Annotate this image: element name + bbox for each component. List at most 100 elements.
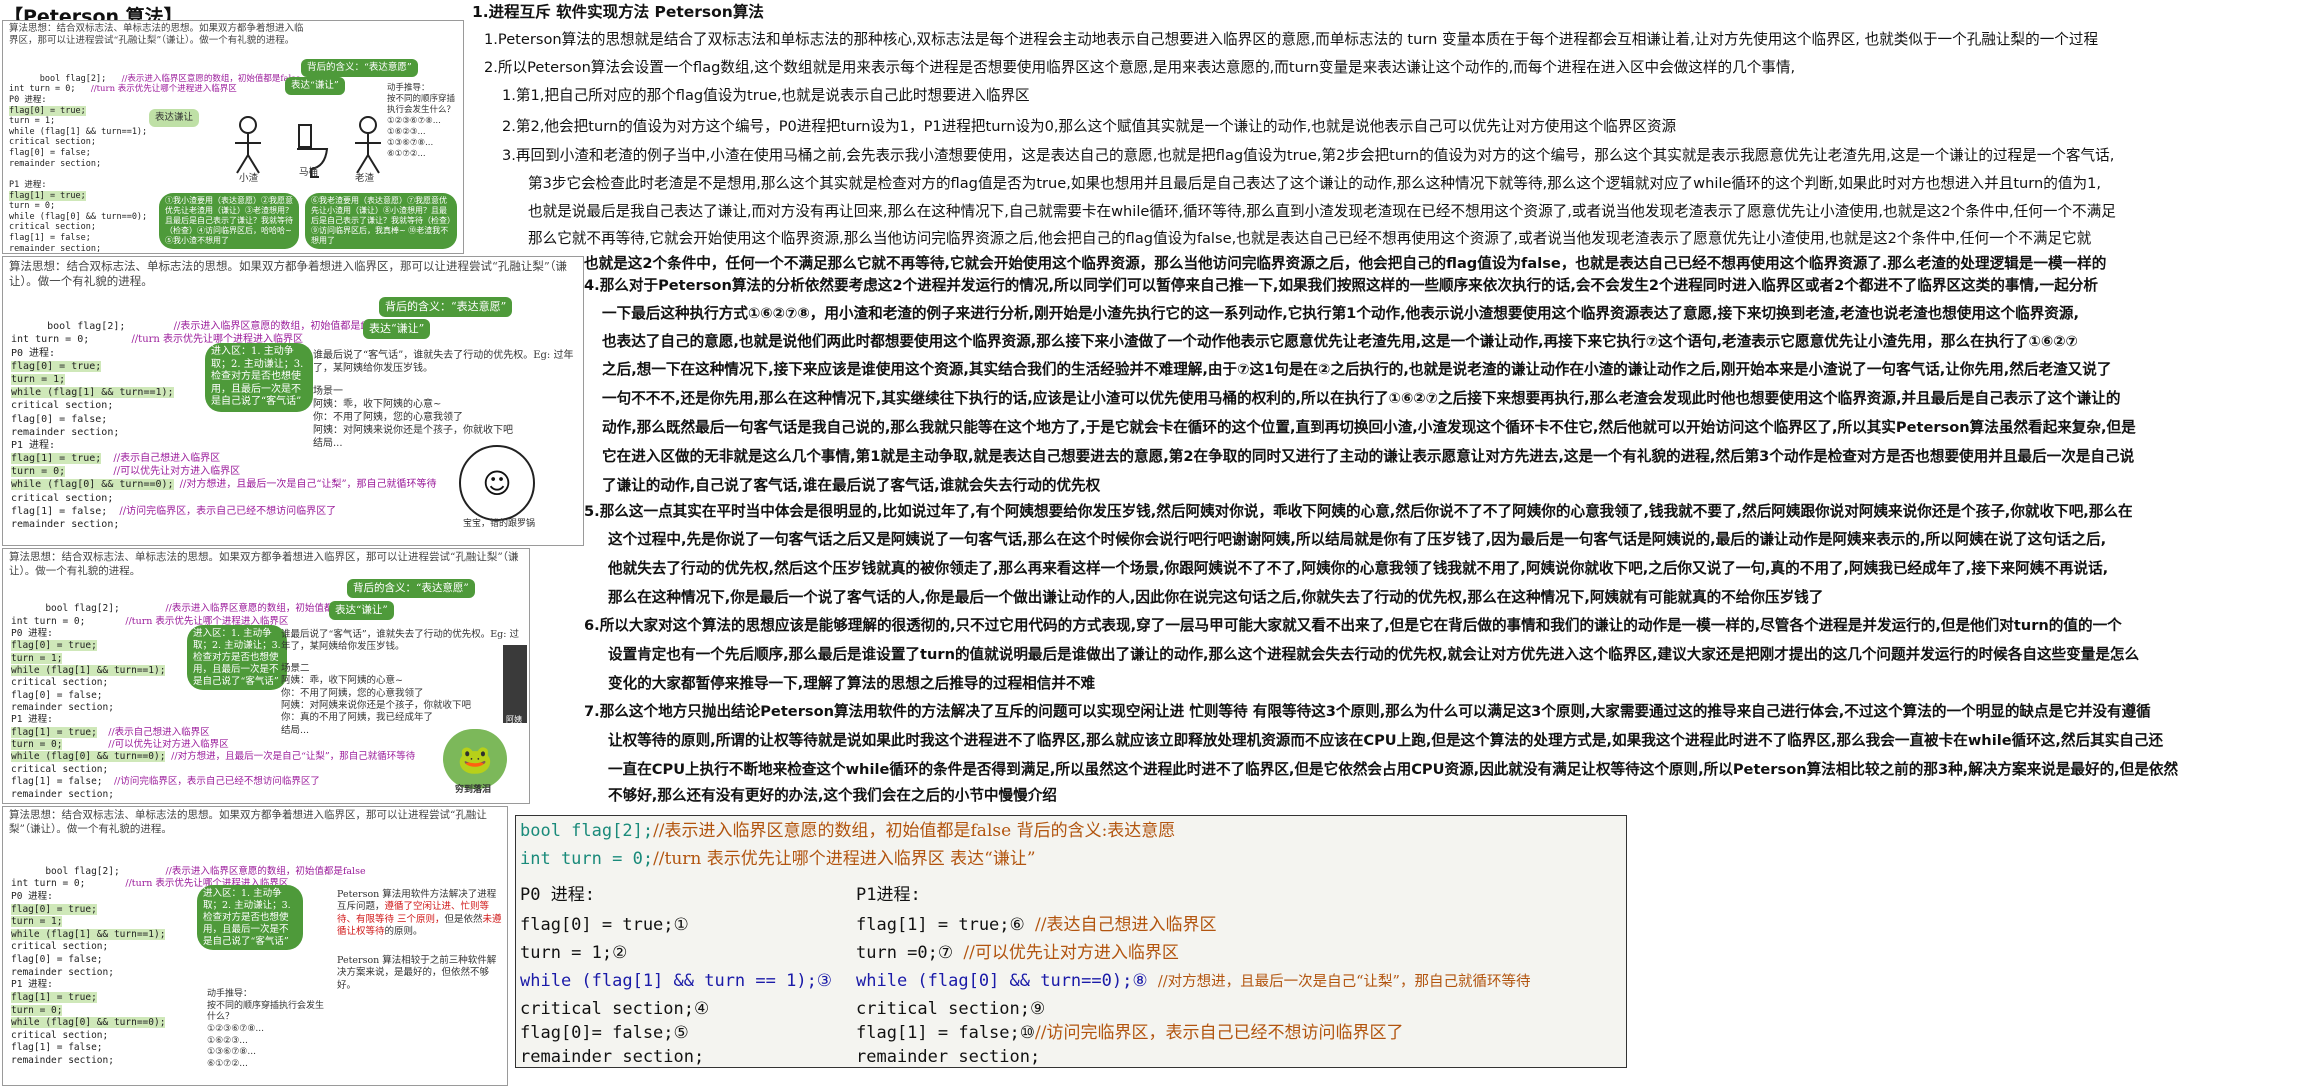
- p0-line: while (flag[1] && turn==1);: [11, 928, 166, 940]
- p0-line: remainder section;: [11, 966, 114, 978]
- p1-comment: //对方想进，且最后一次是自己“让梨”，那自己就循环等待: [171, 751, 416, 763]
- text-line: 2.所以Peterson算法会设置一个flag数组,这个数组就是用来表示每个进程…: [484, 59, 1796, 76]
- p0-code-line: critical section;④: [520, 999, 710, 1019]
- decl-flag: bool flag[2];: [39, 73, 107, 84]
- p0-line: while (flag[1] && turn==1);: [9, 126, 148, 137]
- p0-label: P0 进程:: [11, 347, 56, 359]
- text-line: 2.第2,他会把turn的值设为对方这个编号，P0进程把turn设为1，P1进程…: [502, 118, 1677, 135]
- p0-line: turn = 1;: [9, 116, 56, 127]
- p0-line: flag[0] = false;: [11, 689, 103, 701]
- p1-code: while (flag[0] && turn==0);⑧: [856, 971, 1148, 991]
- p0-code-line: flag[0] = true;①: [520, 915, 689, 935]
- p1-line: remainder section;: [11, 519, 120, 530]
- code-decl: bool flag[2];: [520, 821, 654, 841]
- p0-line: turn = 1;: [11, 916, 63, 928]
- decl-turn: int turn = 0;: [11, 334, 90, 346]
- p1-code-line: remainder section;: [856, 1047, 1041, 1067]
- meaning-bubble: 背后的含义：“表达意愿”: [301, 59, 418, 77]
- p1-line: turn = 0;: [11, 1004, 63, 1016]
- slide-thumbnail-4[interactable]: 算法思想：结合双标志法、单标志法的思想。如果双方都争着想进入临界区，那可以让进程…: [2, 806, 508, 1086]
- p1-line: flag[1] = true;: [11, 453, 102, 465]
- p1-line: turn = 0;: [11, 466, 66, 478]
- meaning-bubble: 背后的含义：“表达意愿”: [347, 579, 475, 599]
- p1-line: turn = 0;: [9, 201, 56, 212]
- p1-comment: //访问完临界区，表示自己已经不想访问临界区了: [119, 505, 337, 517]
- code-snippet-box: bool flag[2];//表示进入临界区意愿的数组，初始值都是false 背…: [515, 815, 1627, 1068]
- p1-line: turn = 0;: [11, 739, 63, 751]
- p1-line: flag[1] = true;: [9, 190, 86, 201]
- text-line: 第3步它会检查此时老渣是不是想用,那么这个其实就是检查对方的flag值是否为tr…: [528, 175, 2101, 192]
- text-line: 它在进入区做的无非就是这么几个事情,第1就是主动争取,就是表达自己想要进去的意愿…: [602, 448, 2135, 465]
- p0-line: flag[0] = false;: [9, 148, 91, 158]
- text-line: 他就失去了行动的优先权,然后这个压岁钱就真的被你领走了,那么再来看这样一个场景,…: [608, 560, 2109, 577]
- scene-two: 场景二 阿姨：乖，收下阿姨的心意~ 你：不用了阿姨，您的心意我领了 阿姨：对阿姨…: [281, 663, 472, 736]
- derivation-thought: 动手推导： 按不同的顺序穿插执行会发生什么？ ①②③⑥⑦⑧... ①⑥②③...…: [387, 83, 456, 160]
- code-comment: //表示进入临界区意愿的数组，初始值都是false 背后的含义:表达意愿: [653, 821, 1176, 841]
- figure-label: 马桶: [299, 167, 319, 178]
- p1-code-line: critical section;⑨: [856, 999, 1046, 1019]
- p1-comment: //对方想进，且最后一次是自己“让梨”，那自己就循环等待: [179, 479, 437, 491]
- slide-thumbnail-1[interactable]: 算法思想：结合双标志法、单标志法的思想。如果双方都争着想进入临界区，那可以让进程…: [2, 20, 464, 254]
- p1-steps-bubble: ⑥我老渣要用（表达意愿）⑦我愿意优先让小渣用（谦让）⑧小渣想用？且最后是自己表示…: [305, 193, 457, 249]
- entry-section-bubble: 进入区：1. 主动争取；2. 主动谦让；3. 检查对方是否也想使用，且最后一次是…: [187, 625, 287, 691]
- p0-line: turn = 1;: [11, 652, 63, 664]
- p1-code: flag[1] = false;⑩: [856, 1023, 1035, 1043]
- code-line: int turn = 0;//turn 表示优先让哪个进程进入临界区 表达“谦让…: [520, 848, 1036, 870]
- text-line: 4.那么对于Peterson算法的分析依然要考虑这2个进程并发运行的情况,所以同…: [584, 277, 2098, 294]
- p0-line: while (flag[1] && turn==1);: [11, 387, 174, 399]
- p1-comment: //可以优先让对方进入临界区: [108, 739, 229, 751]
- text-line: 之后,想一下在这种情况下,接下来应该是谁使用这个资源,其实结合我们的生活经验并不…: [602, 361, 2112, 378]
- p0-line: flag[0] = true;: [11, 640, 97, 652]
- p1-line: while (flag[0] && turn==0);: [11, 479, 174, 491]
- p0-steps-bubble: ①我小渣要用（表达意愿）②我愿意优先让老渣用（谦让）③老渣想用？且最后是自己表示…: [159, 193, 299, 249]
- p1-code-line: turn =0;⑦ //可以优先让对方进入临界区: [856, 942, 1179, 964]
- text-line: 那么在这种情况下,你是最后一个说了客气话的人,你是最后一个做出谦让动作的人,因此…: [608, 589, 1824, 606]
- p1-line: critical section;: [9, 222, 96, 233]
- p1-line: flag[1] = false;: [9, 233, 91, 243]
- p1-label: P1进程:: [856, 885, 921, 905]
- text-line: 这个过程中,先是你说了一句客气话之后又是阿姨说了一句客气话,那么在这个时候你会说…: [608, 531, 2107, 548]
- p0-label: P0 进程:: [11, 890, 53, 902]
- p0-line: critical section;: [9, 137, 96, 148]
- p1-comment: //可以优先让对方进入临界区: [113, 466, 241, 478]
- decl-turn: int turn = 0;: [11, 615, 86, 627]
- decl-turn: int turn = 0;: [11, 878, 86, 890]
- p0-line: flag[0] = true;: [11, 903, 97, 915]
- entry-section-bubble: 进入区：1. 主动争取；2. 主动谦让；3. 检查对方是否也想使用，且最后一次是…: [197, 885, 303, 951]
- p0-label: P0 进程:: [11, 628, 53, 640]
- text-line: 1.Peterson算法的思想就是结合了双标志法和单标志法的那种核心,双标志法是…: [484, 31, 2099, 48]
- p1-code-comment: //可以优先让对方进入临界区: [963, 943, 1179, 963]
- text-line: 变化的大家都暂停来推导一下,理解了算法的思想之后推导的过程相信并不难: [608, 675, 1096, 692]
- summary-note-text: 但是依然: [444, 913, 483, 925]
- p1-comment: //表示自己想进入临界区: [108, 726, 210, 738]
- text-line: 动作,那么既然最后一句客气话是我自己说的,那么我就只能等在这个地方了,于是它就会…: [602, 419, 2136, 436]
- text-line: 让权等待的原则,所谓的让权等待就是说如果此时我这个进程进不了临界区,那么就应该立…: [608, 732, 2164, 749]
- p1-code-comment: //对方想进，且最后一次是自己“让梨”，那自己就循环等待: [1157, 974, 1531, 990]
- summary-note-2: Peterson 算法相较于之前三种软件解决方案来说，是最好的，但依然不够好。: [337, 955, 497, 991]
- p1-line: flag[1] = true;: [11, 991, 97, 1003]
- mark-bubble: 表达谦让: [149, 109, 200, 127]
- p1-label: P1 进程:: [9, 179, 47, 190]
- p1-line: flag[1] = false;: [11, 776, 103, 788]
- p0-code-line: flag[0]= false;⑤: [520, 1023, 689, 1043]
- text-line: 一下最后这种执行方式①⑥②⑦⑧，用小渣和老渣的例子来进行分析,刚开始是小渣先执行…: [602, 305, 2080, 322]
- figure-label: 老渣: [355, 173, 375, 184]
- text-line: 6.所以大家对这个算法的思想应该是能够理解的很透彻的,只不过它用代码的方式表现,…: [584, 617, 2122, 634]
- p1-line: remainder section;: [9, 243, 102, 254]
- code-line: bool flag[2];//表示进入临界区意愿的数组，初始值都是false 背…: [520, 820, 1175, 842]
- algorithm-intro: 算法思想：结合双标志法、单标志法的思想。如果双方都争着想进入临界区，那可以让进程…: [9, 809, 487, 835]
- p0-line: remainder section;: [9, 158, 102, 169]
- p0-code-line: turn = 1;②: [520, 943, 628, 963]
- p0-line: flag[0] = true;: [9, 105, 86, 116]
- entry-section-bubble: 进入区：1. 主动争取；2. 主动谦让；3. 检查对方是否也想使用，且最后一次是…: [205, 343, 313, 412]
- p1-line: while (flag[0] && turn==0);: [11, 751, 166, 763]
- notes-text: 1.进程互斥 软件实现方法 Peterson算法 1.Peterson算法的思想…: [472, 0, 2305, 820]
- text-line: 也表达了自己的意愿,也就是说他们两此时都想要使用这个临界资源,那么接下来小渣做了…: [602, 333, 2078, 350]
- p1-line: remainder section;: [11, 1055, 114, 1066]
- slide-thumbnail-3[interactable]: 算法思想：结合双标志法、单标志法的思想。如果双方都争着想进入临界区，那可以让进程…: [2, 548, 530, 804]
- decl-turn-comment: //turn 表示优先让哪个进程进入临界区: [90, 84, 237, 95]
- p0-code-line: while (flag[1] && turn == 1);③: [520, 971, 833, 991]
- p1-line: while (flag[0] && turn==0);: [11, 1017, 166, 1029]
- p1-code: turn =0;⑦: [856, 943, 954, 963]
- p0-line: remainder section;: [11, 426, 120, 438]
